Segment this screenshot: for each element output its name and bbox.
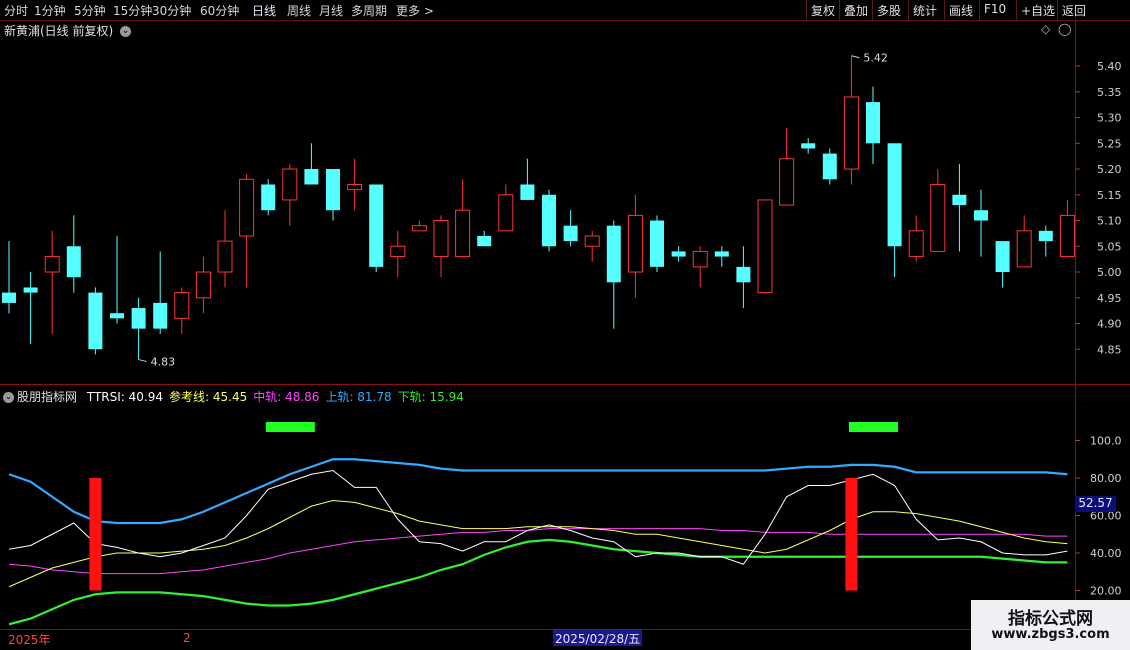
- price-tick-label: 4.95: [1097, 292, 1122, 305]
- indicator-tick-label: 100.0: [1090, 435, 1122, 448]
- signal-red-bar: [89, 478, 102, 591]
- candle-body: [520, 184, 535, 200]
- current-value-badge: 52.57: [1075, 496, 1116, 512]
- candle-body: [757, 199, 773, 294]
- candle-body: [930, 183, 946, 252]
- candle-body: [736, 266, 751, 283]
- candle-body: [390, 245, 406, 258]
- candle-body: [952, 194, 967, 206]
- month-label: 2: [183, 631, 191, 645]
- candle-body: [822, 153, 837, 180]
- price-tick-label: 5.40: [1097, 60, 1122, 73]
- candle-body: [217, 240, 233, 273]
- candle-body: [887, 143, 902, 247]
- price-tick-label: 5.25: [1097, 137, 1122, 150]
- candle-body: [650, 220, 664, 267]
- candle-body: [606, 225, 621, 283]
- high-pointer: [851, 55, 860, 59]
- candle-body: [411, 225, 427, 232]
- candle-body: [866, 102, 880, 144]
- price-tick-label: 5.10: [1097, 215, 1122, 228]
- indicator-tick-label: 20.00: [1090, 585, 1122, 598]
- ttrsi-line: [8, 469, 1068, 565]
- watermark-url: www.zbgs3.com: [991, 627, 1110, 642]
- candle-body: [131, 308, 146, 329]
- candle-body: [153, 302, 168, 329]
- low-pointer: [138, 359, 147, 363]
- candle-body: [671, 251, 686, 257]
- candle-body: [563, 225, 578, 242]
- candle-body: [369, 184, 384, 267]
- candle-body: [584, 235, 600, 247]
- signal-green-mark: [849, 422, 898, 432]
- candle-body: [326, 169, 340, 211]
- candle-body: [282, 168, 298, 201]
- price-tick-label: 5.20: [1097, 163, 1122, 176]
- candle-body: [455, 209, 471, 258]
- price-tick-label: 4.90: [1097, 318, 1122, 331]
- candle-body: [542, 194, 556, 247]
- price-tick-label: 5.15: [1097, 189, 1122, 202]
- low-label: 4.83: [151, 356, 176, 369]
- candle-body: [1059, 214, 1075, 258]
- watermark: 指标公式网 www.zbgs3.com: [971, 600, 1130, 650]
- price-tick-label: 5.05: [1097, 240, 1122, 253]
- candle-body: [498, 194, 514, 232]
- candle-body: [801, 143, 816, 149]
- candle-body: [44, 256, 60, 273]
- candle-body: [843, 96, 859, 170]
- reference-line: [8, 499, 1068, 588]
- price-tick-label: 5.35: [1097, 86, 1122, 99]
- signal-red-bar: [845, 478, 858, 591]
- signal-green-mark: [265, 422, 315, 432]
- candle-body: [627, 214, 643, 273]
- middle-band-line: [8, 528, 1068, 575]
- candle-body: [23, 287, 38, 293]
- price-tick-label: 4.85: [1097, 343, 1122, 356]
- candle-body: [239, 178, 255, 237]
- candle-body: [433, 220, 449, 258]
- candle-body: [995, 241, 1010, 273]
- candle-body: [974, 210, 988, 221]
- candle-body: [908, 230, 924, 258]
- candle-body: [1016, 230, 1032, 268]
- candle-body: [477, 235, 492, 247]
- candle-body: [195, 271, 211, 299]
- candle-body: [110, 313, 124, 319]
- candle-body: [347, 183, 363, 191]
- candle-body: [714, 251, 729, 257]
- watermark-title: 指标公式网: [1008, 609, 1093, 629]
- candle-body: [174, 292, 190, 319]
- price-tick-label: 5.00: [1097, 266, 1122, 279]
- candle-body: [779, 158, 795, 206]
- candle-body: [88, 292, 103, 350]
- candle-body: [692, 250, 708, 268]
- candle-body: [261, 184, 276, 211]
- price-tick-label: 5.30: [1097, 112, 1122, 125]
- indicator-tick-label: 80.00: [1090, 472, 1122, 485]
- high-label: 5.42: [863, 52, 888, 65]
- candle-body: [304, 169, 319, 185]
- stock-chart[interactable]: 5.40 5.35 5.30 5.25 5.20 5.15 5.10 5.05 5.00 4.95…: [0, 0, 1130, 650]
- candle-body: [66, 246, 81, 278]
- candle-body: [1038, 230, 1053, 242]
- candle-body: [2, 292, 16, 303]
- year-label: 2025年: [8, 633, 51, 647]
- indicator-tick-label: 40.00: [1090, 547, 1122, 560]
- cursor-date-label: 2025/02/28/五: [553, 630, 643, 646]
